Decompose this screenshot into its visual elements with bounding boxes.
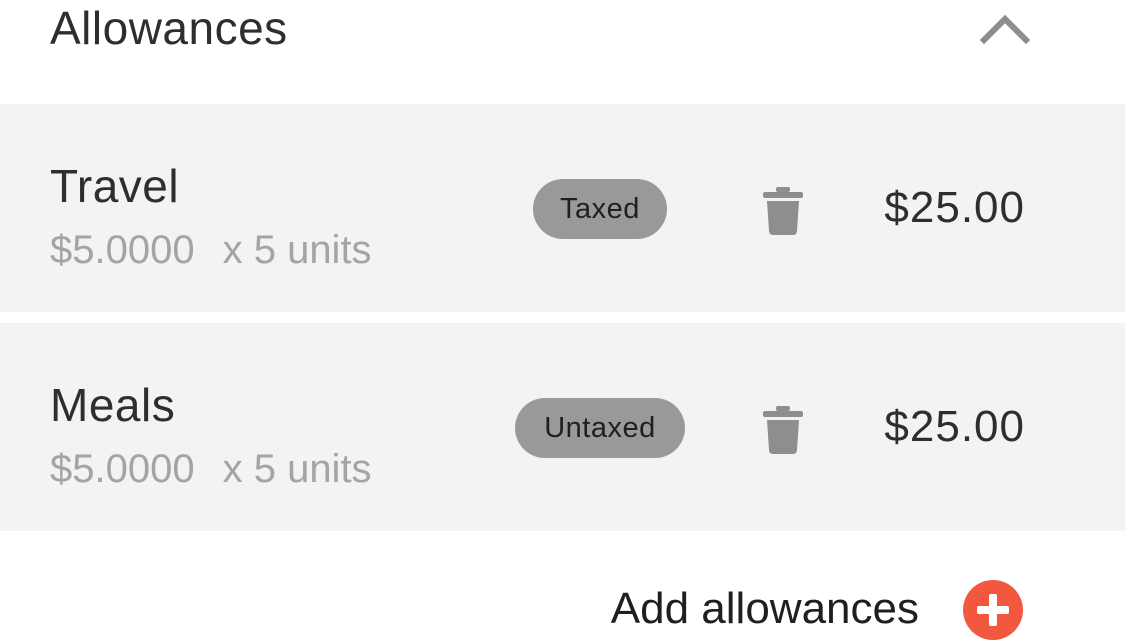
allowance-quantity: x 5 units (222, 228, 372, 272)
allowance-detail: $5.0000 x 5 units (50, 445, 372, 493)
allowances-section-header: Allowances (0, 0, 1125, 104)
chevron-up-icon[interactable] (978, 8, 1032, 48)
allowance-row-meals[interactable]: Meals $5.0000 x 5 units Untaxed $25.00 (0, 323, 1125, 531)
trash-icon[interactable] (762, 406, 804, 454)
add-allowances-row: Add allowances (0, 531, 1125, 640)
add-allowances-button[interactable]: Add allowances (611, 583, 919, 635)
allowance-name: Travel (50, 160, 180, 212)
allowance-name: Meals (50, 379, 176, 431)
tax-status-badge[interactable]: Taxed (533, 179, 667, 239)
plus-circle-icon[interactable] (963, 580, 1023, 640)
allowance-detail: $5.0000 x 5 units (50, 226, 372, 274)
allowance-quantity: x 5 units (222, 447, 372, 491)
trash-icon[interactable] (762, 187, 804, 235)
allowance-rate: $5.0000 (50, 447, 195, 491)
allowance-row-travel[interactable]: Travel $5.0000 x 5 units Taxed $25.00 (0, 104, 1125, 312)
tax-status-badge[interactable]: Untaxed (515, 398, 685, 458)
allowance-rate: $5.0000 (50, 228, 195, 272)
allowance-amount: $25.00 (884, 402, 1025, 451)
allowance-amount: $25.00 (884, 183, 1025, 232)
section-title: Allowances (50, 2, 288, 54)
